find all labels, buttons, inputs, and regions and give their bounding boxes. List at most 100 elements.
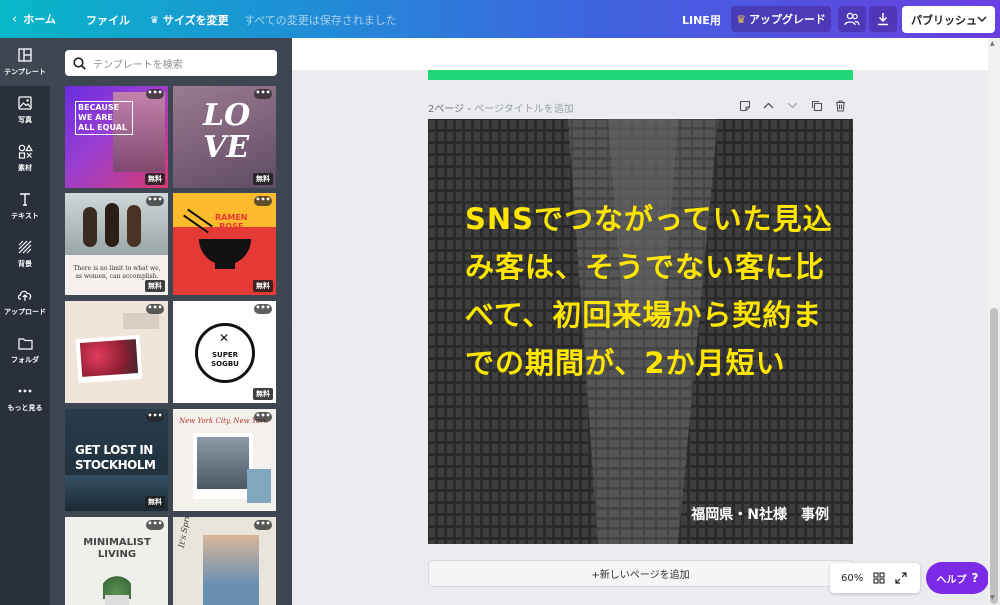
more-options-icon[interactable]: ••• — [146, 304, 164, 314]
more-options-icon[interactable]: ••• — [146, 520, 164, 530]
delete-page-button[interactable] — [834, 99, 847, 112]
template-text: MINIMALIST — [83, 537, 151, 548]
previous-page-preview[interactable] — [428, 70, 853, 80]
free-badge: 無料 — [253, 173, 273, 185]
rail-item-folders[interactable]: フォルダ — [0, 326, 50, 374]
more-options-icon[interactable]: ••• — [146, 412, 164, 422]
template-text: LIVING — [97, 549, 137, 560]
rail-item-background[interactable]: 背景 — [0, 230, 50, 278]
upload-icon — [17, 287, 33, 303]
fullscreen-button[interactable] — [895, 569, 907, 588]
home-button[interactable]: ‹ ホーム — [12, 11, 56, 27]
more-options-icon[interactable]: ••• — [254, 304, 272, 314]
search-placeholder: テンプレートを検索 — [93, 59, 183, 71]
rail-item-label: テンプレート — [4, 68, 46, 76]
template-text: STOCKHOLM — [75, 458, 156, 472]
more-options-icon[interactable]: ••• — [254, 412, 272, 422]
page-title: 2ページ - ページタイトルを追加 — [428, 100, 574, 115]
template-thumbnail[interactable]: There is no limit to what we, as women, … — [65, 193, 168, 295]
background-icon — [17, 239, 33, 255]
rail-item-text[interactable]: テキスト — [0, 182, 50, 230]
page-title-input[interactable]: ページタイトルを追加 — [474, 104, 574, 115]
template-thumbnail[interactable]: ✕ SUPER SOGBU ••• 無料 — [173, 301, 276, 403]
template-thumbnail[interactable]: RAMEN ROSE ••• 無料 — [173, 193, 276, 295]
duplicate-page-button[interactable] — [810, 99, 823, 112]
help-label: ヘルプ — [936, 574, 967, 586]
chevron-down-icon — [977, 16, 987, 23]
template-thumbnail[interactable]: It's Spring! ••• — [173, 517, 276, 605]
page-tools — [738, 99, 847, 112]
download-button[interactable] — [869, 6, 897, 32]
more-options-icon[interactable]: ••• — [146, 89, 164, 99]
search-icon — [73, 56, 86, 70]
template-panel: テンプレートを検索 BECAUSE WE ARE ALL EQUAL ••• 無… — [50, 38, 292, 605]
rail-item-more[interactable]: もっと見る — [0, 374, 50, 422]
headline-text[interactable]: SNSでつながっていた見込み客は、そうでない客に比べて、初回来場から契約までの期… — [465, 195, 835, 387]
page-number-label: 2ページ - — [428, 104, 475, 115]
template-text: LO — [203, 98, 251, 133]
template-icon — [17, 47, 33, 63]
template-thumbnail[interactable]: MINIMALIST LIVING ••• — [65, 517, 168, 605]
home-label: ホーム — [23, 13, 56, 26]
template-thumbnail[interactable]: LO VE ••• 無料 — [173, 86, 276, 188]
scroll-down-arrow-icon[interactable]: ▼ — [990, 594, 995, 601]
upgrade-button[interactable]: ♛ アップグレード — [731, 6, 831, 32]
template-text: There is no limit to what we, — [73, 265, 161, 272]
note-icon — [739, 100, 750, 111]
move-page-down-button[interactable] — [786, 99, 799, 112]
help-button[interactable]: ヘルプ ? — [926, 562, 989, 594]
help-question-icon: ? — [971, 571, 979, 585]
vertical-scrollbar[interactable]: ▲ ▼ — [988, 38, 1000, 605]
free-badge: 無料 — [145, 496, 165, 508]
note-button[interactable] — [738, 99, 751, 112]
grid-view-button[interactable] — [873, 569, 885, 588]
template-search-input[interactable]: テンプレートを検索 — [65, 50, 277, 76]
top-bar: ‹ ホーム ファイル ♛ サイズを変更 すべての変更は保存されました LINE用… — [0, 0, 1000, 38]
rail-item-elements[interactable]: 素材 — [0, 134, 50, 182]
zoom-controls: 60% — [830, 563, 920, 593]
design-type-label[interactable]: LINE用 — [682, 12, 721, 28]
utensils-icon: ✕ — [219, 331, 230, 345]
publish-button[interactable]: パブリッシュ — [902, 6, 995, 33]
rail-item-label: フォルダ — [11, 356, 39, 364]
template-thumbnail[interactable]: New York City, New York ••• — [173, 409, 276, 511]
design-canvas[interactable]: SNSでつながっていた見込み客は、そうでない客に比べて、初回来場から契約までの期… — [428, 119, 853, 544]
scrollbar-thumb[interactable] — [990, 308, 998, 604]
free-badge: 無料 — [145, 280, 165, 292]
template-text: SOGBU — [211, 360, 239, 368]
scroll-up-arrow-icon[interactable]: ▲ — [990, 40, 995, 47]
caption-text[interactable]: 福岡県・N社様 事例 — [691, 504, 829, 524]
template-thumbnail[interactable]: GET LOST IN STOCKHOLM ••• 無料 — [65, 409, 168, 511]
file-menu-button[interactable]: ファイル — [86, 12, 130, 28]
rail-item-photos[interactable]: 写真 — [0, 86, 50, 134]
more-options-icon[interactable]: ••• — [254, 196, 272, 206]
zoom-level[interactable]: 60% — [841, 573, 863, 584]
editor-area: 2ページ - ページタイトルを追加 SNSでつながっていた見込み客は、そうでない… — [292, 38, 988, 605]
more-options-icon[interactable]: ••• — [146, 196, 164, 206]
crown-icon: ♛ — [736, 12, 746, 26]
template-photo — [203, 535, 259, 605]
add-page-button[interactable]: +新しいページを追加 — [428, 560, 853, 587]
people-icon — [844, 12, 860, 26]
resize-label: サイズを変更 — [162, 14, 229, 27]
resize-button[interactable]: ♛ サイズを変更 — [150, 12, 229, 28]
template-text: VE — [203, 130, 250, 165]
template-thumbnail[interactable]: BECAUSE WE ARE ALL EQUAL ••• 無料 — [65, 86, 168, 188]
copy-icon — [811, 100, 822, 111]
template-text: ALL EQUAL — [78, 123, 127, 132]
template-text: ROSE — [219, 222, 244, 231]
text-icon — [17, 191, 33, 207]
free-badge: 無料 — [145, 173, 165, 185]
move-page-up-button[interactable] — [762, 99, 775, 112]
rail-item-templates[interactable]: テンプレート — [0, 38, 50, 86]
more-options-icon[interactable]: ••• — [254, 89, 272, 99]
template-thumbnail[interactable]: ••• — [65, 301, 168, 403]
chevron-left-icon: ‹ — [12, 11, 18, 27]
rail-item-label: もっと見る — [7, 404, 43, 412]
free-badge: 無料 — [253, 388, 273, 400]
grid-icon — [873, 571, 885, 584]
more-icon — [17, 383, 33, 399]
rail-item-uploads[interactable]: アップロード — [0, 278, 50, 326]
more-options-icon[interactable]: ••• — [254, 520, 272, 530]
share-button[interactable] — [838, 6, 866, 32]
